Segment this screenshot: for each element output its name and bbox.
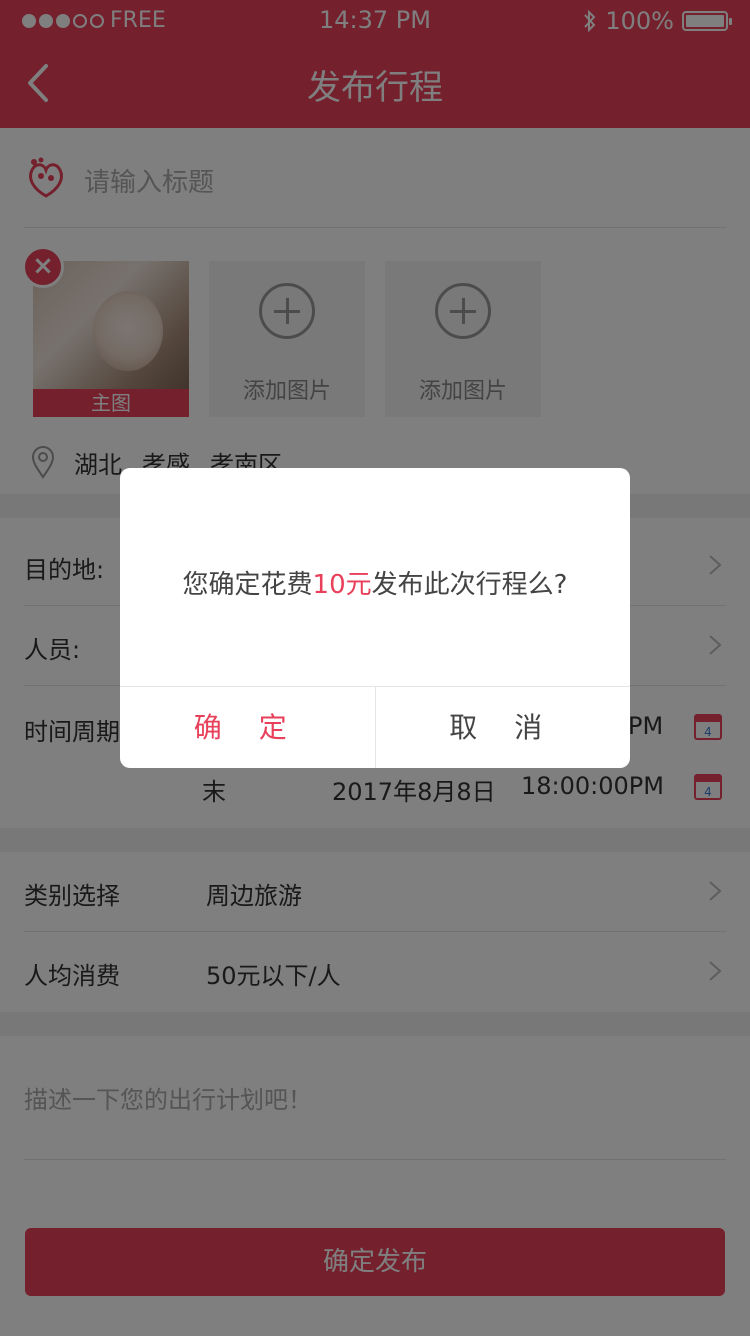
confirm-button[interactable]: 确 定: [120, 687, 376, 768]
dialog-actions: 确 定 取 消: [120, 686, 630, 768]
cancel-button[interactable]: 取 消: [376, 687, 631, 768]
dialog-message: 您确定花费10元发布此次行程么?: [120, 564, 630, 601]
dialog-message-prefix: 您确定花费: [182, 570, 313, 600]
confirm-dialog: 您确定花费10元发布此次行程么? 确 定 取 消: [120, 468, 630, 768]
dialog-message-suffix: 发布此次行程么?: [371, 570, 568, 600]
dialog-message-amount: 10元: [312, 570, 372, 600]
